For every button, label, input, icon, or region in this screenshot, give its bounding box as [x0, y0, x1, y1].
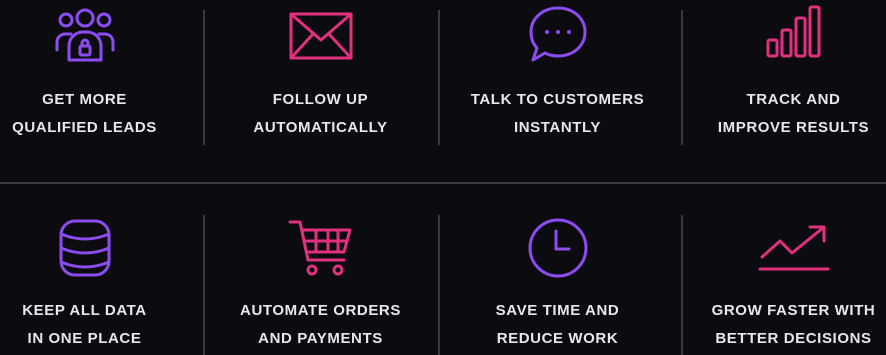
column-divider [203, 10, 205, 145]
feature-label: AUTOMATE ORDERS AND PAYMENTS [240, 302, 401, 347]
database-icon [0, 216, 195, 280]
feature-label: TRACK AND IMPROVE RESULTS [717, 91, 870, 136]
column-divider [203, 215, 205, 355]
feature-label: KEEP ALL DATA IN ONE PLACE [22, 302, 147, 347]
feature-label: TALK TO CUSTOMERS INSTANTLY [470, 91, 645, 136]
column-divider [438, 215, 440, 355]
feature-label: FOLLOW UP AUTOMATICALLY [253, 91, 388, 136]
feature-label: SAVE TIME AND REDUCE WORK [495, 302, 620, 347]
chat-bubble-icon [447, 2, 668, 66]
bar-chart-icon [683, 0, 886, 64]
envelope-icon [210, 4, 431, 68]
feature-label: GET MORE QUALIFIED LEADS [12, 91, 157, 136]
shopping-cart-icon [210, 216, 431, 280]
row-divider [0, 182, 886, 184]
users-group-icon [0, 4, 195, 68]
feature-label: GROW FASTER WITH BETTER DECISIONS [711, 302, 876, 347]
column-divider [438, 10, 440, 145]
clock-icon [447, 216, 668, 280]
trend-up-icon [683, 216, 886, 280]
